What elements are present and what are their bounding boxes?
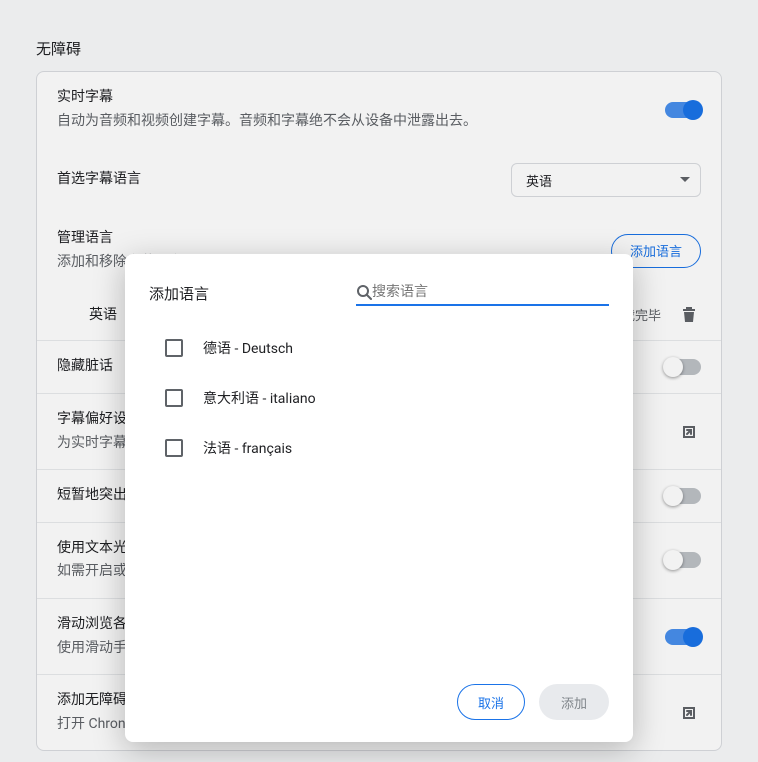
search-field[interactable] — [356, 280, 609, 306]
option-italian[interactable]: 意大利语 - italiano — [165, 388, 609, 408]
option-french[interactable]: 法语 - français — [165, 438, 609, 458]
search-input[interactable] — [372, 282, 609, 302]
dialog-options-list: 德语 - Deutsch 意大利语 - italiano 法语 - frança… — [125, 314, 633, 684]
cancel-button[interactable]: 取消 — [457, 684, 525, 720]
option-label: 法语 - français — [203, 438, 292, 458]
search-icon — [356, 284, 372, 300]
add-language-dialog: 添加语言 德语 - Deutsch 意大利语 - italiano 法语 - f… — [125, 254, 633, 742]
option-label: 德语 - Deutsch — [203, 338, 293, 358]
dialog-title: 添加语言 — [149, 283, 209, 304]
option-label: 意大利语 - italiano — [203, 388, 316, 408]
option-german[interactable]: 德语 - Deutsch — [165, 338, 609, 358]
checkbox[interactable] — [165, 339, 183, 357]
dialog-footer: 取消 添加 — [125, 684, 633, 742]
add-button[interactable]: 添加 — [539, 684, 609, 720]
dialog-header: 添加语言 — [125, 254, 633, 314]
checkbox[interactable] — [165, 389, 183, 407]
checkbox[interactable] — [165, 439, 183, 457]
